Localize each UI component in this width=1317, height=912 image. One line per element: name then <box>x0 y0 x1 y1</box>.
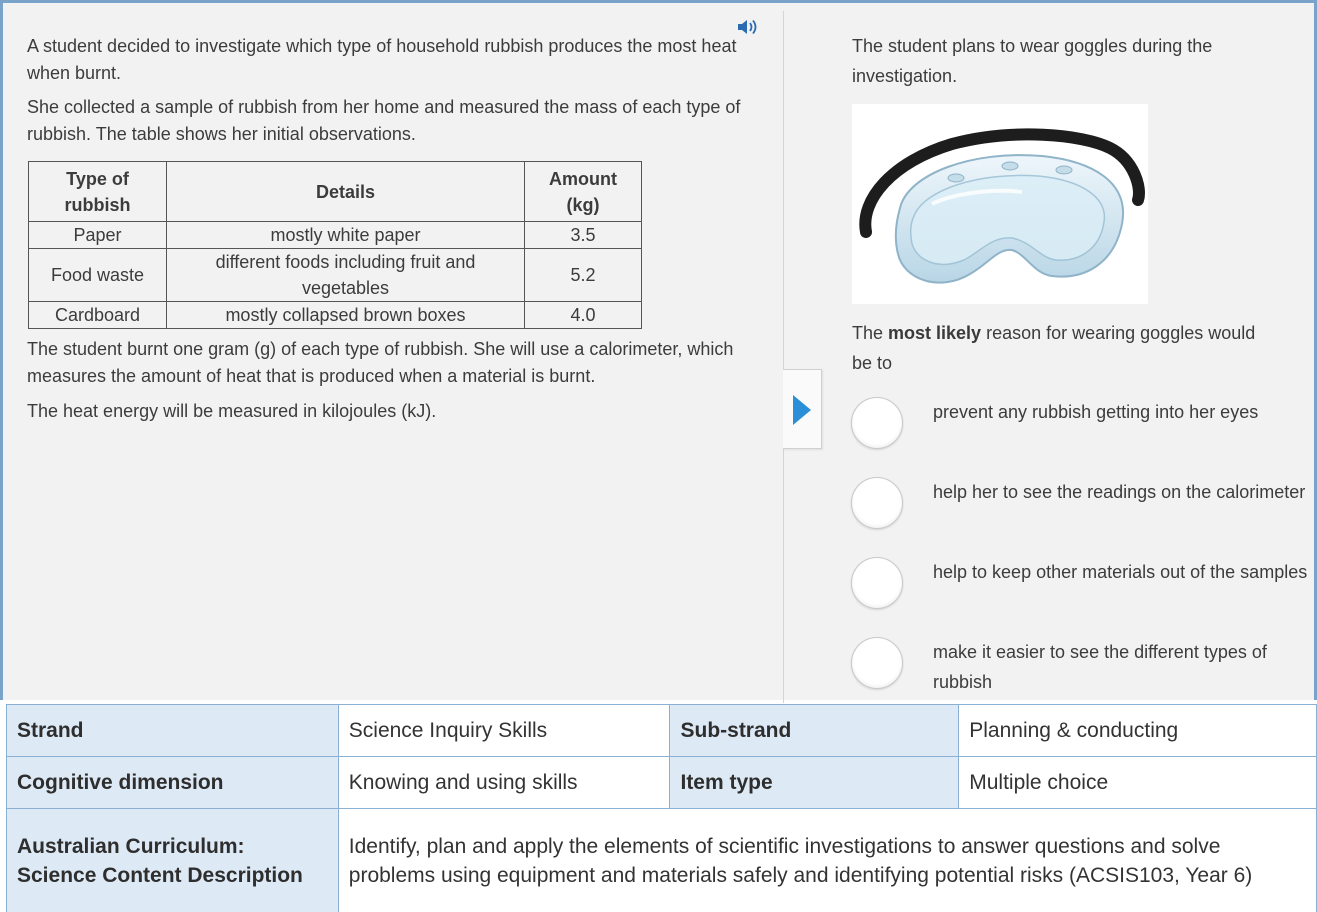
metadata-row: Strand Science Inquiry Skills Sub-strand… <box>6 704 1317 757</box>
answer-option-text: help her to see the readings on the calo… <box>933 482 1306 502</box>
curriculum-value: Identify, plan and apply the elements of… <box>337 808 1317 912</box>
radio-button[interactable] <box>851 477 903 529</box>
answer-option-text: make it easier to see the different type… <box>933 642 1267 692</box>
stem-emphasis: most likely <box>888 323 982 343</box>
safety-goggles-image <box>852 104 1148 304</box>
substrand-value: Planning & conducting <box>958 704 1317 757</box>
item-type-label: Item type <box>669 756 960 809</box>
radio-button[interactable] <box>851 637 903 689</box>
table-cell: Paper <box>28 221 167 249</box>
table-row: Paper mostly white paper 3.5 <box>28 221 642 249</box>
table-cell: mostly collapsed brown boxes <box>166 301 525 329</box>
table-cell: mostly white paper <box>166 221 525 249</box>
table-header-row: Type of rubbish Details Amount (kg) <box>28 161 642 222</box>
question-frame: A student decided to investigate which t… <box>0 0 1317 703</box>
cognitive-dimension-label: Cognitive dimension <box>6 756 339 809</box>
answer-option-c[interactable]: help to keep other materials out of the … <box>851 557 1317 621</box>
stem-prefix: The <box>852 323 889 343</box>
stimulus-paragraph-3: The student burnt one gram (g) of each t… <box>27 339 734 386</box>
substrand-label: Sub-strand <box>669 704 960 757</box>
table-cell: 5.2 <box>524 248 642 302</box>
metadata-row: Cognitive dimension Knowing and using sk… <box>6 756 1317 809</box>
stimulus-paragraph-4: The heat energy will be measured in kilo… <box>27 401 437 421</box>
strand-value: Science Inquiry Skills <box>337 704 671 757</box>
table-cell: Cardboard <box>28 301 167 329</box>
metadata-row: Australian Curriculum: Science Content D… <box>6 808 1317 912</box>
answer-option-d[interactable]: make it easier to see the different type… <box>851 637 1317 701</box>
stimulus-paragraph-1: A student decided to investigate which t… <box>27 36 737 83</box>
answer-option-text: prevent any rubbish getting into her eye… <box>933 402 1259 422</box>
radio-button[interactable] <box>851 557 903 609</box>
table-header: Type of rubbish <box>28 161 167 222</box>
curriculum-label: Australian Curriculum: Science Content D… <box>6 808 339 912</box>
speaker-icon[interactable] <box>736 18 758 36</box>
answer-option-b[interactable]: help her to see the readings on the calo… <box>851 477 1317 541</box>
item-type-value: Multiple choice <box>958 756 1317 809</box>
answer-option-a[interactable]: prevent any rubbish getting into her eye… <box>851 397 1317 461</box>
answer-option-text: help to keep other materials out of the … <box>933 562 1308 582</box>
strand-label: Strand <box>6 704 339 757</box>
item-metadata-table: Strand Science Inquiry Skills Sub-strand… <box>6 704 1317 912</box>
table-row: Food waste different foods including fru… <box>28 248 642 302</box>
stimulus-pane: A student decided to investigate which t… <box>6 6 783 703</box>
question-intro: The student plans to wear goggles during… <box>852 36 1213 86</box>
table-row: Cardboard mostly collapsed brown boxes 4… <box>28 301 642 329</box>
rubbish-table: Type of rubbish Details Amount (kg) Pape… <box>28 161 642 329</box>
table-cell: 3.5 <box>524 221 642 249</box>
question-stem: The most likely reason for wearing goggl… <box>852 318 1272 378</box>
table-cell: 4.0 <box>524 301 642 329</box>
table-header: Details <box>166 161 525 222</box>
stimulus-paragraph-2: She collected a sample of rubbish from h… <box>27 97 741 144</box>
question-pane: The student plans to wear goggles during… <box>784 6 1317 703</box>
radio-button[interactable] <box>851 397 903 449</box>
cognitive-dimension-value: Knowing and using skills <box>337 756 671 809</box>
table-cell: Food waste <box>28 248 167 302</box>
table-header: Amount (kg) <box>524 161 642 222</box>
table-cell: different foods including fruit and vege… <box>166 248 525 302</box>
